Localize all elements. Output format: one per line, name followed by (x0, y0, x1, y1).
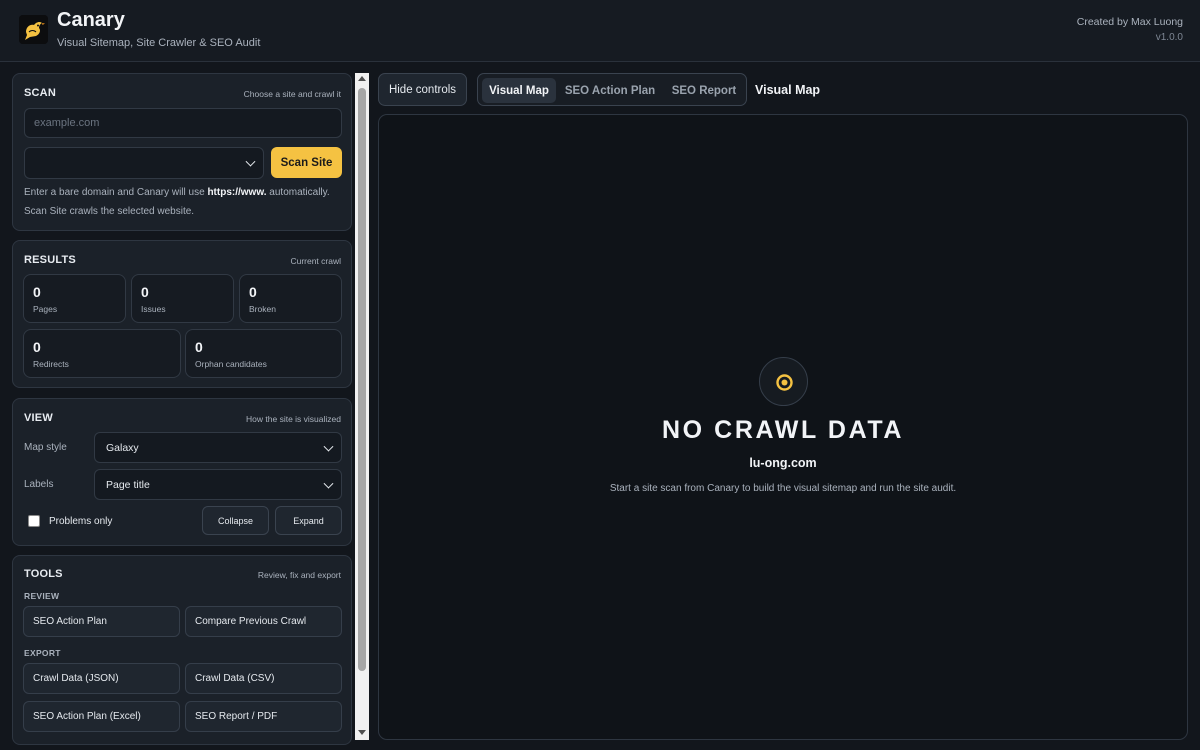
view-panel: VIEW How the site is visualized Map styl… (12, 398, 352, 546)
stat-label: Orphan candidates (195, 359, 267, 369)
seo-action-plan-button[interactable]: SEO Action Plan (23, 606, 180, 637)
review-section-title: REVIEW (24, 591, 60, 601)
stat-card-issues: 0 Issues (131, 274, 234, 323)
scan-help-text: Enter a bare domain and Canary will use … (24, 183, 344, 221)
stat-card-orphans: 0 Orphan candidates (185, 329, 342, 378)
scroll-up-arrow-icon[interactable] (358, 76, 366, 81)
empty-state-message: Start a site scan from Canary to build t… (609, 483, 957, 494)
results-panel-hint: Current crawl (290, 256, 341, 266)
seo-report-pdf-button[interactable]: SEO Report / PDF (185, 701, 342, 732)
version-label: v1.0.0 (1155, 32, 1183, 43)
domain-input[interactable] (24, 108, 342, 138)
stat-value: 0 (33, 339, 41, 355)
results-panel-title: RESULTS (24, 254, 76, 266)
results-panel: RESULTS Current crawl 0 Pages 0 Issues 0… (12, 240, 352, 388)
view-tabs: Visual Map SEO Action Plan SEO Report (477, 73, 747, 106)
stat-card-redirects: 0 Redirects (23, 329, 181, 378)
problems-only-label: Problems only (49, 516, 113, 527)
empty-state-title: NO CRAWL DATA (661, 416, 905, 444)
stat-label: Redirects (33, 359, 69, 369)
collapse-button[interactable]: Collapse (202, 506, 269, 535)
tools-panel: TOOLS Review, fix and export REVIEW SEO … (12, 555, 352, 745)
scan-panel-title: SCAN (24, 87, 56, 99)
view-panel-hint: How the site is visualized (246, 414, 341, 424)
stat-card-pages: 0 Pages (23, 274, 126, 323)
author-credit: Created by Max Luong (1076, 16, 1183, 28)
sidebar-scrollbar-thumb[interactable] (358, 88, 366, 671)
export-section-title: EXPORT (24, 648, 61, 658)
stat-value: 0 (33, 284, 41, 300)
problems-only-checkbox[interactable] (28, 515, 40, 527)
stat-value: 0 (195, 339, 203, 355)
expand-button[interactable]: Expand (275, 506, 342, 535)
export-excel-button[interactable]: SEO Action Plan (Excel) (23, 701, 180, 732)
hide-controls-button[interactable]: Hide controls (378, 73, 467, 106)
scroll-down-arrow-icon[interactable] (358, 730, 366, 735)
empty-state-domain: lu-ong.com (749, 456, 817, 470)
tools-panel-title: TOOLS (24, 568, 63, 580)
app-header: Canary Visual Sitemap, Site Crawler & SE… (0, 0, 1200, 62)
chevron-down-icon (323, 441, 334, 452)
stat-label: Pages (33, 304, 58, 314)
app-subtitle: Visual Sitemap, Site Crawler & SEO Audit (57, 37, 261, 49)
stat-card-broken: 0 Broken (239, 274, 342, 323)
scan-help-line2: Scan Site crawls the selected website. (24, 206, 195, 217)
radar-target-icon (759, 357, 808, 406)
map-style-label: Map style (24, 442, 67, 453)
scan-panel: SCAN Choose a site and crawl it Scan Sit… (12, 73, 352, 231)
scan-help-suffix: automatically. (266, 187, 330, 198)
tab-seo-action-plan[interactable]: SEO Action Plan (561, 78, 659, 103)
chevron-down-icon (245, 156, 256, 167)
scan-help-prefix: Enter a bare domain and Canary will use (24, 187, 208, 198)
labels-select[interactable]: Page title (94, 469, 342, 500)
view-panel-title: VIEW (24, 412, 53, 424)
tools-panel-hint: Review, fix and export (257, 570, 341, 580)
compare-previous-crawl-button[interactable]: Compare Previous Crawl (185, 606, 342, 637)
export-json-button[interactable]: Crawl Data (JSON) (23, 663, 180, 694)
scan-panel-hint: Choose a site and crawl it (243, 89, 341, 99)
labels-value: Page title (106, 478, 150, 491)
stat-label: Issues (141, 304, 166, 314)
canary-bird-icon (19, 15, 48, 44)
labels-label: Labels (24, 479, 54, 490)
map-style-select[interactable]: Galaxy (94, 432, 342, 463)
view-title: Visual Map (755, 83, 821, 97)
tab-seo-report[interactable]: SEO Report (665, 78, 743, 103)
scan-help-protocol: https://www. (207, 187, 267, 198)
export-csv-button[interactable]: Crawl Data (CSV) (185, 663, 342, 694)
scan-site-button[interactable]: Scan Site (271, 147, 342, 178)
stat-value: 0 (141, 284, 149, 300)
site-select[interactable] (24, 147, 264, 179)
stat-label: Broken (249, 304, 276, 314)
tab-visual-map[interactable]: Visual Map (482, 78, 556, 103)
app-title: Canary (57, 9, 125, 31)
chevron-down-icon (323, 478, 334, 489)
stat-value: 0 (249, 284, 257, 300)
map-style-value: Galaxy (106, 441, 139, 454)
